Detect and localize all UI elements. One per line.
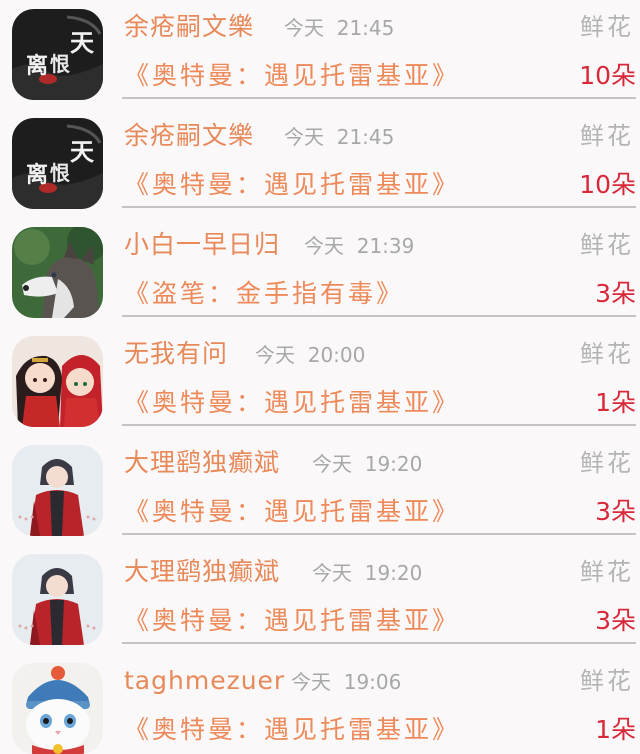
timestamp: 今天 19:06 bbox=[291, 670, 401, 694]
divider bbox=[122, 424, 636, 426]
list-item[interactable]: 大理鹞独癫斌 今天 19:20 鲜花 《奥特曼：遇见托雷基亚》 3朵 bbox=[0, 545, 640, 654]
book-title-link[interactable]: 《奥特曼：遇见托雷基亚》 bbox=[124, 496, 460, 528]
svg-text:恨: 恨 bbox=[50, 52, 70, 76]
user-avatar[interactable] bbox=[12, 227, 103, 318]
cat-with-hat-avatar-icon bbox=[12, 663, 103, 754]
date-label: 今天 bbox=[291, 670, 331, 694]
gift-count: 3朵 bbox=[595, 279, 636, 308]
timestamp: 今天 21:45 bbox=[284, 16, 394, 40]
ink-calligraphy-avatar-icon: 天 离 恨 bbox=[12, 9, 103, 100]
time-label: 19:06 bbox=[343, 670, 402, 694]
timestamp: 今天 19:20 bbox=[312, 452, 422, 476]
gift-type-label: 鲜花 bbox=[580, 231, 634, 259]
divider bbox=[122, 315, 636, 317]
username[interactable]: taghmezuer bbox=[124, 665, 285, 697]
date-label: 今天 bbox=[284, 125, 324, 149]
username[interactable]: 小白一早日归 bbox=[124, 229, 280, 261]
divider bbox=[122, 533, 636, 535]
gift-type-label: 鲜花 bbox=[580, 13, 634, 41]
gift-type-label: 鲜花 bbox=[580, 667, 634, 695]
anime-couple-avatar-icon bbox=[12, 336, 103, 427]
divider bbox=[122, 206, 636, 208]
date-label: 今天 bbox=[304, 234, 344, 258]
time-label: 21:39 bbox=[356, 234, 415, 258]
date-label: 今天 bbox=[312, 561, 352, 585]
gift-type-label: 鲜花 bbox=[580, 340, 634, 368]
user-avatar[interactable] bbox=[12, 554, 103, 645]
gift-record-list: 天 离 恨 余疮嗣文樂 今天 21:45 鲜花 《奥特曼：遇见托雷基亚》 10朵… bbox=[0, 0, 640, 754]
svg-text:天: 天 bbox=[70, 137, 94, 166]
gift-count: 10朵 bbox=[579, 61, 636, 90]
user-avatar[interactable]: 天 离 恨 bbox=[12, 9, 103, 100]
user-avatar[interactable] bbox=[12, 445, 103, 536]
date-label: 今天 bbox=[312, 452, 352, 476]
book-title-link[interactable]: 《奥特曼：遇见托雷基亚》 bbox=[124, 169, 460, 201]
book-title-link[interactable]: 《奥特曼：遇见托雷基亚》 bbox=[124, 605, 460, 637]
book-title-link[interactable]: 《盗笔：金手指有毒》 bbox=[124, 278, 404, 310]
username[interactable]: 余疮嗣文樂 bbox=[124, 11, 254, 43]
ink-calligraphy-avatar-icon: 天 离 恨 bbox=[12, 118, 103, 209]
time-label: 20:00 bbox=[307, 343, 366, 367]
gift-count: 3朵 bbox=[595, 606, 636, 635]
date-label: 今天 bbox=[284, 16, 324, 40]
time-label: 21:45 bbox=[336, 125, 395, 149]
gift-count: 3朵 bbox=[595, 497, 636, 526]
list-item[interactable]: 小白一早日归 今天 21:39 鲜花 《盗笔：金手指有毒》 3朵 bbox=[0, 218, 640, 327]
gift-count: 1朵 bbox=[595, 715, 636, 744]
timestamp: 今天 21:45 bbox=[284, 125, 394, 149]
book-title-link[interactable]: 《奥特曼：遇见托雷基亚》 bbox=[124, 714, 460, 746]
gift-count: 10朵 bbox=[579, 170, 636, 199]
timestamp: 今天 20:00 bbox=[255, 343, 365, 367]
timestamp: 今天 21:39 bbox=[304, 234, 414, 258]
time-label: 21:45 bbox=[336, 16, 395, 40]
anime-swordsman-avatar-icon bbox=[12, 554, 103, 645]
list-item[interactable]: 无我有问 今天 20:00 鲜花 《奥特曼：遇见托雷基亚》 1朵 bbox=[0, 327, 640, 436]
user-avatar[interactable]: 天 离 恨 bbox=[12, 118, 103, 209]
divider bbox=[122, 97, 636, 99]
gift-type-label: 鲜花 bbox=[580, 122, 634, 150]
list-item[interactable]: 天 离 恨 余疮嗣文樂 今天 21:45 鲜花 《奥特曼：遇见托雷基亚》 10朵 bbox=[0, 0, 640, 109]
username[interactable]: 大理鹞独癫斌 bbox=[124, 556, 280, 588]
svg-text:离: 离 bbox=[26, 53, 48, 79]
username[interactable]: 无我有问 bbox=[124, 338, 228, 370]
list-item[interactable]: 大理鹞独癫斌 今天 19:20 鲜花 《奥特曼：遇见托雷基亚》 3朵 bbox=[0, 436, 640, 545]
list-item[interactable]: 天 离 恨 余疮嗣文樂 今天 21:45 鲜花 《奥特曼：遇见托雷基亚》 10朵 bbox=[0, 109, 640, 218]
anime-swordsman-avatar-icon bbox=[12, 445, 103, 536]
gift-type-label: 鲜花 bbox=[580, 449, 634, 477]
time-label: 19:20 bbox=[364, 452, 423, 476]
svg-text:恨: 恨 bbox=[50, 161, 70, 185]
divider bbox=[122, 642, 636, 644]
time-label: 19:20 bbox=[364, 561, 423, 585]
gift-count: 1朵 bbox=[595, 388, 636, 417]
list-item[interactable]: taghmezuer 今天 19:06 鲜花 《奥特曼：遇见托雷基亚》 1朵 bbox=[0, 654, 640, 754]
date-label: 今天 bbox=[255, 343, 295, 367]
svg-text:天: 天 bbox=[70, 28, 94, 57]
timestamp: 今天 19:20 bbox=[312, 561, 422, 585]
user-avatar[interactable] bbox=[12, 663, 103, 754]
svg-text:离: 离 bbox=[26, 162, 48, 188]
book-title-link[interactable]: 《奥特曼：遇见托雷基亚》 bbox=[124, 60, 460, 92]
username[interactable]: 余疮嗣文樂 bbox=[124, 120, 254, 152]
username[interactable]: 大理鹞独癫斌 bbox=[124, 447, 280, 479]
book-title-link[interactable]: 《奥特曼：遇见托雷基亚》 bbox=[124, 387, 460, 419]
husky-dog-avatar-icon bbox=[12, 227, 103, 318]
gift-type-label: 鲜花 bbox=[580, 558, 634, 586]
user-avatar[interactable] bbox=[12, 336, 103, 427]
